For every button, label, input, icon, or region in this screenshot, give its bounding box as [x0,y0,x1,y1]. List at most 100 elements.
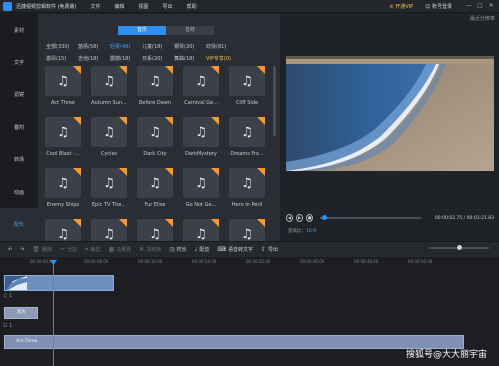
track-tile[interactable]: ♫ DarkMystery [183,117,219,157]
video-clip[interactable] [4,275,114,291]
tool-freeze-button[interactable]: ❄ 冻结帧 [139,246,161,253]
track-tile[interactable]: ♫ Dreams Fro... [229,117,265,157]
tab-music[interactable]: 音乐 [118,26,166,35]
track-tile[interactable]: ♫ Cliff Side [229,66,265,106]
category-item[interactable]: 欢快(81) [206,43,238,50]
sidebar-item-material[interactable]: 素材 [0,14,38,46]
vip-corner-badge [119,168,127,176]
tab-sound-effects[interactable]: 音效 [166,26,214,35]
tool-speech-text-button[interactable]: ⌨ 语音转文字 [217,246,253,253]
sidebar-item-transition[interactable]: 转场 [0,144,38,176]
tool-mosaic-button[interactable]: ▦ 马赛克 [109,246,132,253]
music-clip[interactable]: Act Three [4,335,464,349]
freeze-icon: ❄ [139,246,145,253]
track-name: Cool Blast -... [46,151,80,157]
track-thumbnail[interactable]: ♫ [183,117,219,147]
minimize-button[interactable]: — [465,2,473,10]
menu-export[interactable]: 导出 [163,3,173,10]
track-tile[interactable]: ♫ Before Dawn [137,66,173,106]
tool-clock-button[interactable]: ◷ 时长 [169,246,186,253]
track-tile[interactable]: ♫ Fur Elise [137,168,173,208]
sidebar-item-filter[interactable]: 滤镜 [0,79,38,111]
zoom-slider[interactable] [429,245,489,250]
category-item[interactable]: 日系(20) [142,55,174,62]
tool-mic-button[interactable]: ♩ 配音 [195,246,210,253]
sidebar-item-animation[interactable]: 动画 [0,176,38,208]
track-thumbnail[interactable]: ♫ [137,117,173,147]
track-tile[interactable]: ♫ Go Not Ge... [183,168,219,208]
track-thumbnail[interactable]: ♫ [45,66,81,96]
library-scrollbar[interactable] [273,66,276,136]
text-clip[interactable]: 欢大 [4,307,38,319]
track-thumbnail[interactable]: ♫ [45,168,81,198]
sidebar-item-text[interactable]: 文字 [0,46,38,78]
category-item[interactable]: 激昂(15) [46,55,78,62]
aspect-ratio[interactable]: 宽高比：16:9 [288,228,316,234]
track-tile[interactable]: ♫ Epic TV The... [91,168,127,208]
tool-scissors-button[interactable]: ✂ 分割 [60,246,77,253]
ruler-tick-label: 00:00:24.00 [192,259,217,264]
undo-button[interactable]: ↶ [8,247,12,253]
track-thumbnail[interactable]: ♫ [229,168,265,198]
track-name: Act Three [51,100,75,106]
ruler-tick-label: 00:00:32.00 [246,259,271,264]
track-thumbnail[interactable]: ♫ [229,66,265,96]
music-note-icon: ♫ [195,73,207,89]
tool-export-button[interactable]: ⇪ 导出 [261,246,278,253]
track-tile[interactable]: ♫ Hero In Peril [229,168,265,208]
track-thumbnail[interactable]: ♫ [137,168,173,198]
maximize-button[interactable]: □ [476,2,484,10]
track-thumbnail[interactable]: ♫ [91,66,127,96]
vip-corner-badge [73,117,81,125]
track-thumbnail[interactable]: ♫ [91,168,127,198]
playhead[interactable] [53,263,54,366]
track-tile[interactable]: ♫ Carnival Ge... [183,66,219,106]
category-item[interactable]: 全部(330) [46,43,78,50]
rewind-button[interactable]: ◀ [286,214,294,222]
track-thumbnail[interactable]: ♫ [137,66,173,96]
track-thumbnail[interactable]: ♫ [45,117,81,147]
play-button[interactable]: ▶ [296,214,304,222]
tool-trash-button[interactable]: 🗑 删除 [32,246,52,253]
track-thumbnail[interactable]: ♫ [183,66,219,96]
menu-edit[interactable]: 编辑 [115,3,125,10]
menu-file[interactable]: 文件 [91,3,101,10]
track-tile[interactable]: ♫ Dark City [137,117,173,157]
category-item[interactable]: 吉他(18) [78,55,110,62]
sidebar-item-overlay[interactable]: 叠附 [0,111,38,143]
category-item[interactable]: 儿童(18) [142,43,174,50]
track-tile[interactable]: ♫ Autumn Sun... [91,66,127,106]
category-item[interactable]: 悠扬(58) [78,43,110,50]
track-thumbnail[interactable]: ♫ [183,168,219,198]
track-tile[interactable]: ♫ Act Three [45,66,81,106]
music-note-icon: ♫ [241,175,253,191]
track-thumbnail[interactable]: ♫ [229,117,265,147]
stop-button[interactable]: ■ [306,214,314,222]
track-tile[interactable]: ♫ Cool Blast -... [45,117,81,157]
menu-view[interactable]: 视图 [139,3,149,10]
track-thumbnail[interactable]: ♫ [91,117,127,147]
app-logo-icon [3,1,12,11]
seek-handle[interactable] [321,215,327,220]
vip-corner-badge [73,168,81,176]
redo-button[interactable]: ↷ [20,247,24,253]
sidebar-item-music[interactable]: 配乐 [0,208,38,241]
beach-video-frame [286,56,494,171]
vip-corner-badge [211,168,219,176]
track-name: Dark City [143,151,167,157]
track-tile[interactable]: ♫ Enemy Ships [45,168,81,208]
category-item[interactable]: 轻柔(48) [110,43,142,50]
category-item[interactable]: 舞曲(18) [174,55,206,62]
zoom-handle[interactable] [457,245,462,250]
login-button[interactable]: ☺ 账号登录 [425,3,452,10]
category-item[interactable]: 钢琴(20) [174,43,206,50]
vip-button[interactable]: ♔ 开通VIP [389,3,413,10]
track-tile[interactable]: ♫ Cycles [91,117,127,157]
category-item[interactable]: VIP专享(0) [206,55,238,62]
category-item[interactable]: 震撼(18) [110,55,142,62]
seek-bar[interactable] [320,215,421,220]
close-button[interactable]: ✕ [487,2,495,10]
menu-help[interactable]: 帮助 [187,3,197,10]
timeline-ruler[interactable]: 00:00:00.00 00:00:08.00 00:00:16.00 00:00:2… [30,257,499,271]
tool-crop-button[interactable]: ⌗ 裁剪 [85,246,100,254]
